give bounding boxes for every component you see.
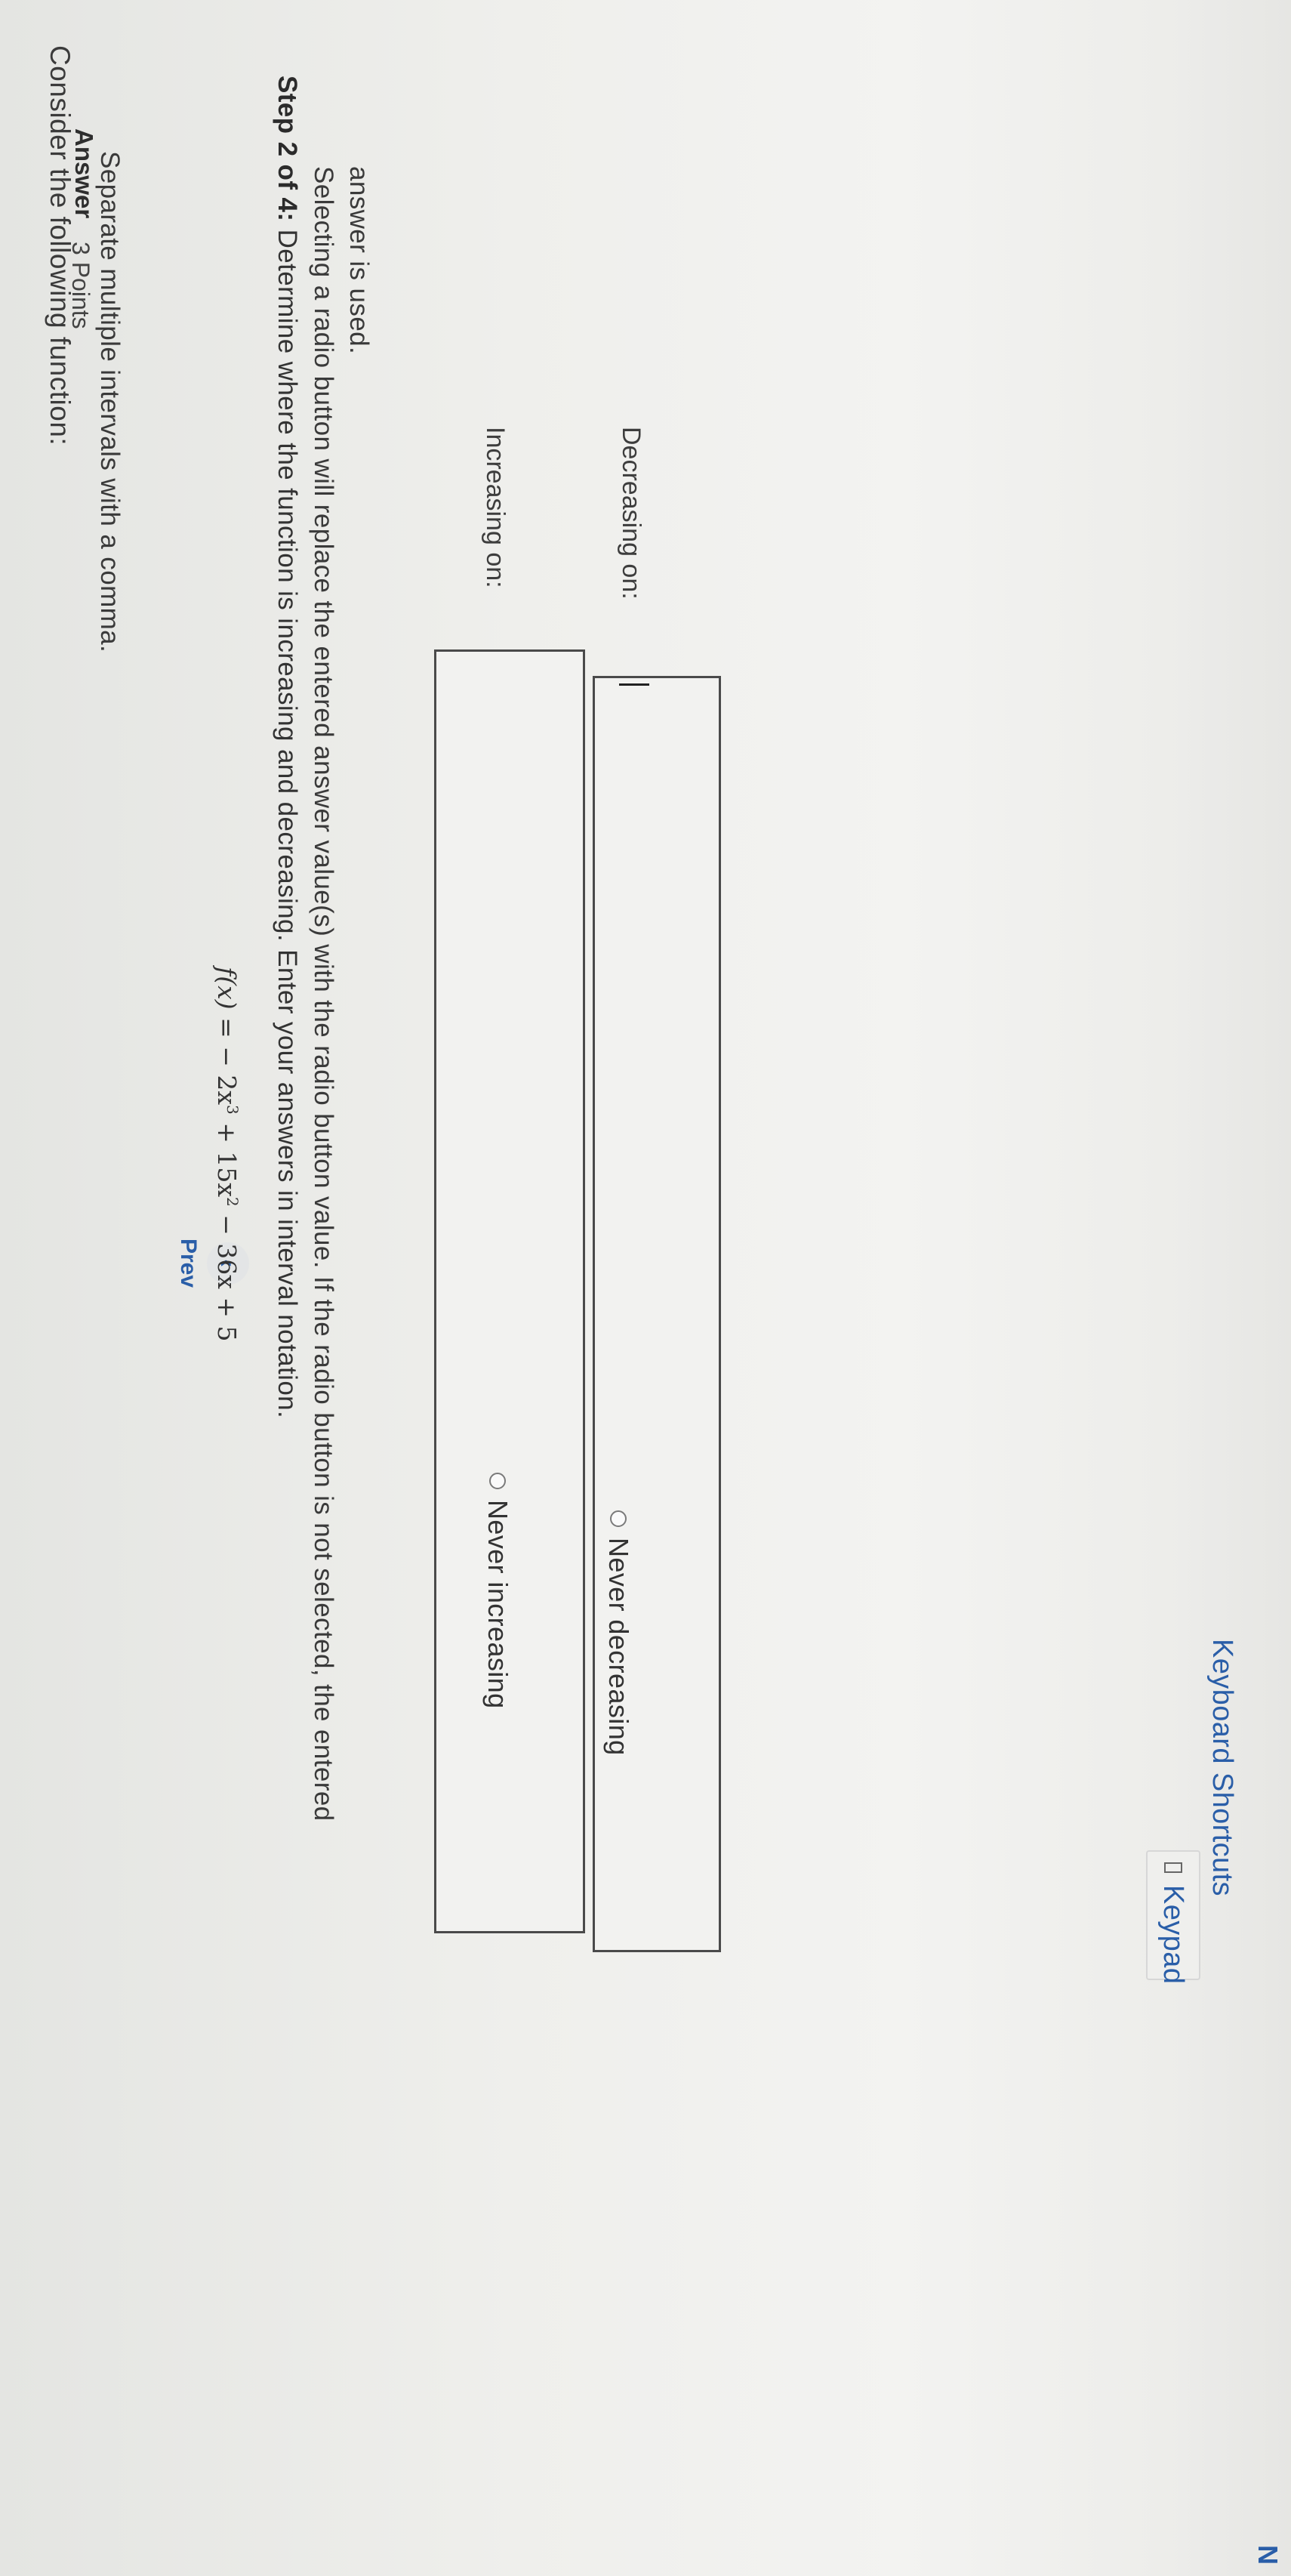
never-increasing-label: Never increasing: [482, 1500, 513, 1709]
radio-unchecked-icon: [489, 1473, 506, 1489]
prev-label: Prev: [176, 1239, 201, 1288]
instruction-separate: Separate multiple intervals with a comma…: [95, 151, 125, 653]
never-decreasing-radio[interactable]: Never decreasing: [602, 1510, 634, 1756]
formula-term2: + 15x: [212, 1114, 242, 1197]
step-text: Determine where the function is increasi…: [273, 221, 302, 1419]
formula-term1-exp: 3: [223, 1104, 242, 1115]
points-text: 3 Points: [67, 242, 94, 329]
never-decreasing-label: Never decreasing: [603, 1538, 634, 1756]
never-increasing-radio[interactable]: Never increasing: [482, 1473, 513, 1709]
function-formula: f(x) = − 2x3 + 15x2 − 36x + 5: [212, 967, 242, 1342]
photo-stage: ‹ Prev N Consider the following function…: [0, 0, 1291, 2576]
radio-unchecked-icon: [610, 1510, 627, 1527]
decreasing-label: Decreasing on:: [617, 427, 646, 600]
keypad-label: Keypad: [1157, 1885, 1190, 1985]
increasing-input[interactable]: [434, 649, 585, 1933]
text-cursor: [619, 683, 649, 686]
formula-term2-exp: 2: [223, 1196, 242, 1207]
keyboard-shortcuts-link[interactable]: Keyboard Shortcuts: [1206, 1639, 1238, 1896]
instruction-radio: Selecting a radio button will replace th…: [309, 166, 338, 1822]
instruction-radio-cont: answer is used.: [344, 166, 374, 355]
keypad-button[interactable]: Keypad: [1146, 1850, 1200, 1984]
formula-term3: − 36x + 5: [212, 1206, 242, 1342]
formula-term1: − 2x: [212, 1046, 242, 1105]
next-button[interactable]: N: [1252, 2545, 1283, 2565]
question-page: ‹ Prev N Consider the following function…: [0, 0, 1291, 2576]
step-instruction: Step 2 of 4: Determine where the functio…: [272, 76, 302, 1418]
formula-lhs: f(x) =: [212, 967, 242, 1047]
keypad-icon: [1164, 1862, 1182, 1873]
decreasing-input[interactable]: [593, 676, 721, 1952]
page-margin: [1178, 0, 1291, 2576]
increasing-label: Increasing on:: [481, 427, 510, 588]
step-number: Step 2 of 4:: [273, 76, 302, 222]
